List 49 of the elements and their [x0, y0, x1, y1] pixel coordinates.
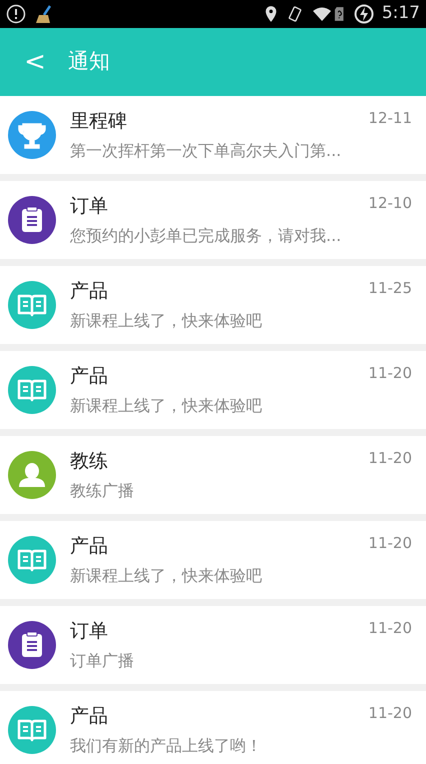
notification-date: 11-25	[368, 278, 412, 299]
alert-icon	[6, 4, 26, 24]
book-icon	[8, 366, 56, 414]
notification-item[interactable]: 产品 11-20 新课程上线了，快来体验吧	[0, 351, 426, 429]
person-icon	[8, 451, 56, 499]
book-icon	[8, 706, 56, 754]
sim-icon	[334, 6, 346, 22]
phone-rotate-icon	[286, 5, 304, 23]
battery-charging-icon	[354, 4, 374, 24]
notification-title: 订单	[70, 194, 108, 219]
notification-date: 11-20	[368, 702, 412, 724]
notification-title: 产品	[70, 364, 108, 389]
clipboard-icon	[8, 196, 56, 244]
notification-message: 新课程上线了，快来体验吧	[70, 565, 263, 588]
notification-item[interactable]: 产品 11-20 我们有新的产品上线了哟！	[0, 691, 426, 764]
location-icon	[264, 5, 278, 23]
notification-item[interactable]: 产品 11-20 新课程上线了，快来体验吧	[0, 521, 426, 599]
page-title: 通知	[68, 48, 110, 76]
book-icon	[8, 281, 56, 329]
notification-item[interactable]: 订单 12-10 您预约的小彭单已完成服务，请对我...	[0, 181, 426, 259]
book-icon	[8, 536, 56, 584]
clock-time: 5:17	[382, 2, 420, 26]
notification-title: 产品	[70, 704, 108, 729]
notification-item[interactable]: 订单 11-20 订单广播	[0, 606, 426, 684]
notification-item[interactable]: 产品 11-25 新课程上线了，快来体验吧	[0, 266, 426, 344]
notification-date: 12-11	[368, 108, 412, 129]
notification-message: 我们有新的产品上线了哟！	[70, 735, 263, 758]
notification-message: 第一次挥杆第一次下单高尔夫入门第...	[70, 140, 342, 162]
notification-date: 11-20	[368, 362, 412, 384]
wifi-icon	[312, 6, 332, 22]
notification-title: 里程碑	[70, 108, 127, 134]
notification-message: 您预约的小彭单已完成服务，请对我...	[70, 225, 342, 248]
notification-message: 新课程上线了，快来体验吧	[70, 310, 263, 332]
notification-title: 订单	[70, 618, 108, 644]
notification-message: 教练广播	[70, 480, 135, 502]
notification-title: 产品	[70, 278, 108, 304]
notification-title: 教练	[70, 448, 108, 474]
notification-message: 新课程上线了，快来体验吧	[70, 395, 263, 418]
notification-date: 11-20	[368, 532, 412, 554]
trophy-icon	[8, 111, 56, 159]
clipboard-icon	[8, 621, 56, 669]
notification-item[interactable]: 里程碑 12-11 第一次挥杆第一次下单高尔夫入门第...	[0, 96, 426, 174]
notification-date: 12-10	[368, 192, 412, 214]
notification-title: 产品	[70, 534, 108, 559]
notification-date: 11-20	[368, 448, 412, 469]
notification-item[interactable]: 教练 11-20 教练广播	[0, 436, 426, 514]
notification-date: 11-20	[368, 618, 412, 639]
notification-message: 订单广播	[70, 650, 135, 672]
broom-icon	[34, 4, 54, 24]
